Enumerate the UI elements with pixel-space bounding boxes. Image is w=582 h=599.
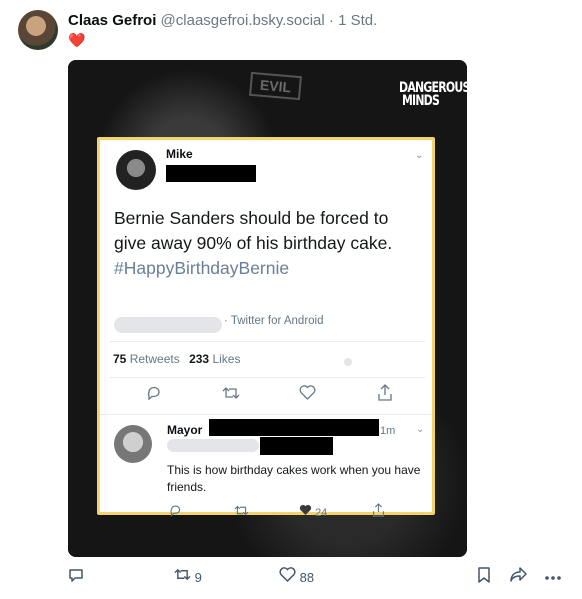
post-image[interactable]: EVIL DANGEROUS MINDS Mike ⌄ Bernie Sande… <box>68 60 467 557</box>
divider <box>100 414 432 415</box>
reply-time: 1m <box>380 425 396 437</box>
share-icon <box>372 503 385 520</box>
chevron-down-icon: ⌄ <box>415 150 424 161</box>
background-sign-text: EVIL <box>249 71 303 101</box>
likes-label: Likes <box>212 352 241 366</box>
author-name[interactable]: Claas Gefroi <box>68 12 156 29</box>
tweet-text: Bernie Sanders should be forced to give … <box>114 206 414 281</box>
comment-icon <box>69 569 83 582</box>
post-time[interactable]: 1 Std. <box>338 12 377 29</box>
reply-text: This is how birthday cakes work when you… <box>167 463 421 494</box>
reply-author-name: Mayor <box>167 423 203 437</box>
redaction-bar <box>209 419 379 436</box>
repost-count: 9 <box>194 570 202 585</box>
reply-like-count: 24 <box>315 507 328 519</box>
reply-icon <box>169 504 182 520</box>
heart-filled-icon <box>299 504 312 515</box>
embedded-tweet-screenshot: Mike ⌄ Bernie Sanders should be forced t… <box>97 137 435 519</box>
like-count: 88 <box>299 570 315 585</box>
chevron-down-icon: ⌄ <box>416 424 425 435</box>
tweet-source: · Twitter for Android <box>224 315 324 327</box>
author-handle[interactable]: @claasgefroi.bsky.social <box>161 12 325 29</box>
divider <box>110 377 425 378</box>
share-button[interactable] <box>510 567 527 585</box>
reply-button[interactable] <box>68 567 84 586</box>
post-header: Claas Gefroi @claasgefroi.bsky.social · … <box>68 12 377 29</box>
tweet-author-name: Mike <box>166 147 193 161</box>
heart-icon <box>279 567 296 583</box>
likes-count: 233 <box>189 352 210 366</box>
redaction-bar <box>166 165 256 182</box>
like-button[interactable]: 88 <box>279 567 314 585</box>
retweets-label: Retweets <box>129 352 180 366</box>
share-arrow-icon <box>510 567 527 582</box>
blurred-timestamp <box>114 317 222 333</box>
tweet-avatar <box>116 150 156 190</box>
blurred-handle <box>167 439 259 452</box>
retweets-count: 75 <box>113 352 127 366</box>
retweet-icon <box>222 385 240 404</box>
tweet-body: Bernie Sanders should be forced to give … <box>114 208 393 253</box>
redaction-bar <box>260 437 333 455</box>
more-dots-icon <box>545 576 561 580</box>
bookmark-icon <box>478 567 490 583</box>
like-count: 24 <box>299 504 327 519</box>
share-icon <box>377 384 393 404</box>
retweet-icon <box>234 504 249 520</box>
repost-icon <box>174 568 191 581</box>
bookmark-button[interactable] <box>477 567 491 586</box>
dangerous-minds-logo: DANGEROUS MINDS <box>399 81 467 109</box>
reply-avatar <box>114 425 152 463</box>
like-icon <box>299 385 316 403</box>
author-avatar[interactable] <box>18 10 58 50</box>
more-options-button[interactable] <box>544 569 562 584</box>
decorative-dot <box>344 358 352 366</box>
divider <box>110 341 425 342</box>
tweet-stats: 75 Retweets 233 Likes <box>113 352 240 366</box>
repost-button[interactable]: 9 <box>174 567 202 585</box>
logo-line-2: MINDS <box>401 93 440 109</box>
tweet-hashtag: #HappyBirthdayBernie <box>114 258 290 278</box>
post-text-heart-emoji: ❤️ <box>68 32 86 48</box>
separator: · <box>328 12 334 29</box>
reply-icon <box>146 385 162 404</box>
